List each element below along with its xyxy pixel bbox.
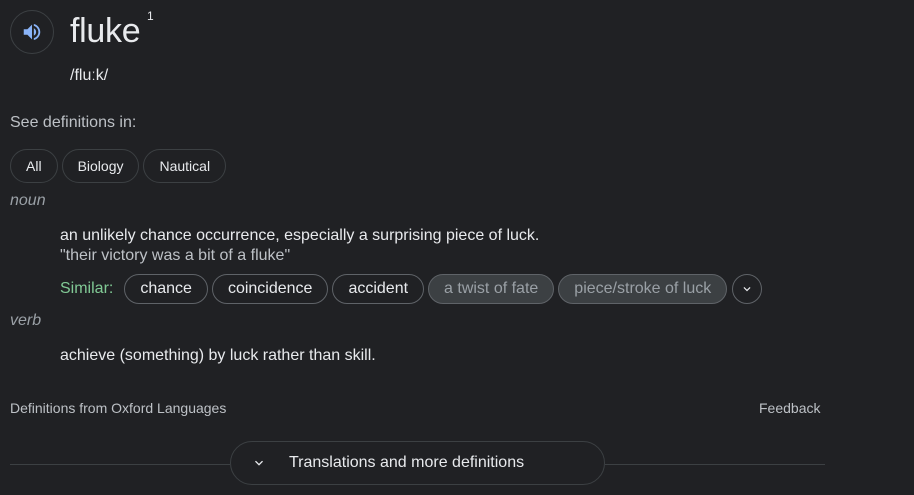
synonym-chip[interactable]: accident (332, 274, 425, 304)
part-of-speech-noun: noun (10, 192, 46, 209)
speaker-icon (23, 23, 41, 41)
chevron-down-icon (251, 455, 267, 471)
chip-all[interactable]: All (10, 149, 58, 183)
definition-noun: an unlikely chance occurrence, especiall… (60, 227, 540, 244)
feedback-link[interactable]: Feedback (759, 400, 820, 416)
synonym-chip[interactable]: chance (124, 274, 208, 304)
phonetic: /fluːk/ (70, 67, 109, 84)
headword: fluke (70, 12, 141, 50)
see-definitions-label: See definitions in: (10, 114, 137, 131)
chip-nautical[interactable]: Nautical (143, 149, 227, 183)
synonym-chip[interactable]: coincidence (211, 274, 329, 304)
part-of-speech-verb: verb (10, 312, 42, 329)
divider (10, 464, 230, 465)
chip-biology[interactable]: Biology (61, 149, 140, 183)
more-definitions-label: Translations and more definitions (289, 454, 525, 471)
chevron-down-icon (743, 287, 751, 292)
pronunciation-button[interactable] (10, 10, 54, 54)
definitions-source[interactable]: Definitions from Oxford Languages (10, 400, 226, 416)
synonym-chip[interactable]: piece/stroke of luck (558, 274, 728, 304)
similar-words-row: Similar: chance coincidence accident a t… (60, 274, 763, 304)
expand-similar-button[interactable] (732, 274, 763, 304)
similar-label: Similar: (60, 280, 114, 297)
definition-verb: achieve (something) by luck rather than … (60, 347, 376, 364)
homograph-number: 1 (147, 9, 154, 23)
divider (605, 464, 825, 465)
definition-filter-chips: All Biology Nautical (10, 149, 227, 183)
more-definitions-button[interactable]: Translations and more definitions (230, 441, 605, 485)
synonym-chip[interactable]: a twist of fate (428, 274, 555, 304)
example-noun: "their victory was a bit of a fluke" (60, 247, 291, 264)
